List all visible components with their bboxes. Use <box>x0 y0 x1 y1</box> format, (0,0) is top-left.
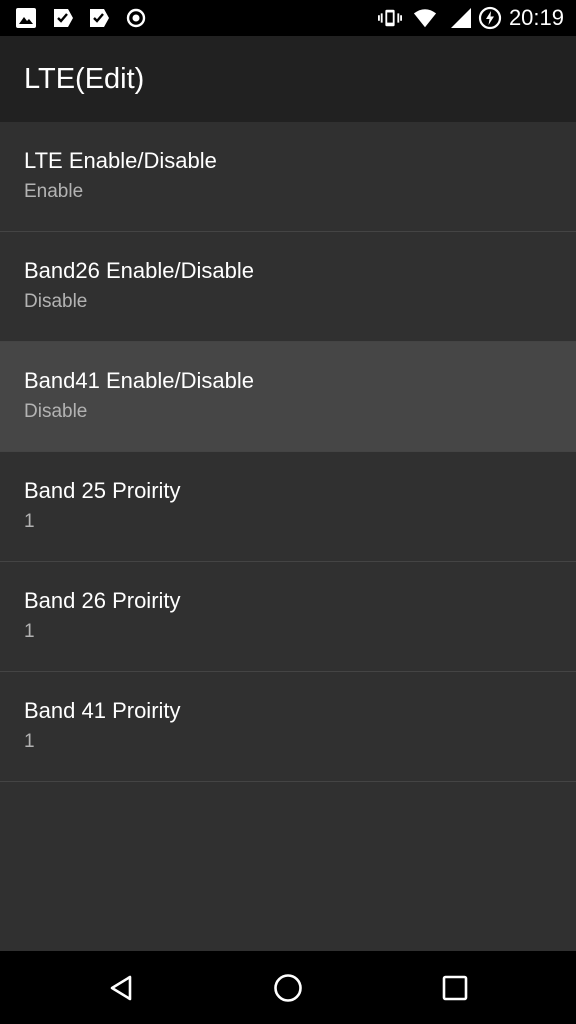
page-title: LTE(Edit) <box>24 63 145 95</box>
app-bar: LTE(Edit) <box>0 36 576 122</box>
pref-lte-enable[interactable]: LTE Enable/Disable Enable <box>0 122 576 232</box>
pref-summary: 1 <box>24 731 35 752</box>
pref-band25-priority[interactable]: Band 25 Proirity 1 <box>0 452 576 562</box>
pref-title: LTE Enable/Disable <box>24 148 217 173</box>
pref-title: Band26 Enable/Disable <box>24 258 254 283</box>
pref-band41-priority[interactable]: Band 41 Proirity 1 <box>0 672 576 782</box>
status-bar: 20:19 <box>0 0 576 36</box>
pref-title: Band 25 Proirity <box>24 478 181 503</box>
vibrate-icon <box>378 6 402 30</box>
pref-title: Band 41 Proirity <box>24 698 181 723</box>
check-flag-icon <box>51 6 75 30</box>
status-time: 20:19 <box>508 5 564 30</box>
pref-title: Band41 Enable/Disable <box>24 368 254 393</box>
preference-list: LTE Enable/Disable Enable Band26 Enable/… <box>0 122 576 782</box>
signal-icon <box>449 6 473 30</box>
battery-saver-icon <box>478 6 502 30</box>
recents-icon[interactable] <box>430 963 480 1013</box>
pref-band26-priority[interactable]: Band 26 Proirity 1 <box>0 562 576 672</box>
pref-band26-enable[interactable]: Band26 Enable/Disable Disable <box>0 232 576 342</box>
image-icon <box>14 6 38 30</box>
navigation-bar <box>0 951 576 1024</box>
wifi-icon <box>413 6 437 30</box>
pref-summary: 1 <box>24 511 35 532</box>
pref-band41-enable[interactable]: Band41 Enable/Disable Disable <box>0 342 576 452</box>
pref-summary: 1 <box>24 621 35 642</box>
back-icon[interactable] <box>97 963 147 1013</box>
target-icon <box>124 6 148 30</box>
home-icon[interactable] <box>263 963 313 1013</box>
check-flag-icon <box>87 6 111 30</box>
pref-summary: Disable <box>24 291 88 312</box>
pref-summary: Disable <box>24 401 88 422</box>
pref-title: Band 26 Proirity <box>24 588 181 613</box>
pref-summary: Enable <box>24 181 84 202</box>
